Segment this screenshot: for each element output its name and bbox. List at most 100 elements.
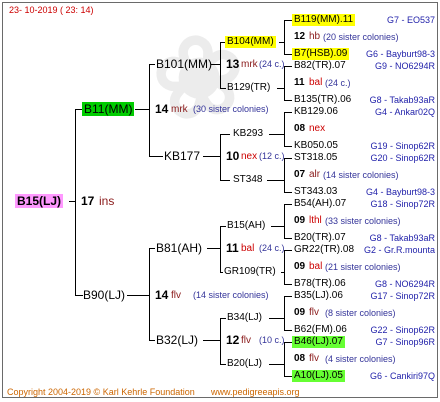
- connector: [284, 192, 292, 193]
- gen4-code: G17 - Sinop72R: [370, 291, 435, 301]
- gen2-mark: nex: [241, 151, 258, 162]
- gen2-queen-name[interactable]: KB177: [164, 149, 200, 163]
- gen2-year: 10: [226, 149, 240, 163]
- gen3-note: (20 sister colonies): [323, 32, 399, 42]
- gen1-queen-name[interactable]: B11(MM): [82, 102, 135, 116]
- connector: [149, 248, 150, 340]
- gen1-mark: flv: [171, 290, 181, 301]
- gen4-code: G8 - NO6294R: [374, 279, 435, 289]
- gen4-queen-name[interactable]: B135(TR).06: [294, 94, 351, 106]
- connector: [149, 156, 163, 157]
- connector: [220, 226, 226, 227]
- connector: [277, 88, 284, 89]
- gen3-mark: bal: [309, 261, 323, 272]
- connector: [284, 20, 292, 21]
- gen3-year: 08: [294, 123, 306, 134]
- connector: [267, 180, 284, 181]
- connector: [220, 272, 223, 273]
- gen3-note: (14 sister colonies): [323, 170, 399, 180]
- connector: [284, 238, 292, 239]
- gen4-queen-name[interactable]: B82(TR).07: [294, 60, 346, 72]
- gen4-queen-name[interactable]: B35(LJ).06: [294, 290, 343, 302]
- gen1-year: 14: [155, 102, 169, 116]
- connector: [284, 112, 285, 146]
- gen4-queen-name[interactable]: ST343.03: [294, 186, 337, 198]
- connector: [220, 180, 230, 181]
- website-link[interactable]: www.pedigreeapis.org: [211, 387, 300, 397]
- gen4-code: G8 - Takab93aR: [369, 233, 435, 243]
- gen4-code: G8 - Takab93aR: [369, 95, 435, 105]
- gen4-queen-name[interactable]: B78(TR).06: [294, 278, 346, 290]
- gen3-queen-name[interactable]: B15(AH): [227, 220, 265, 232]
- gen2-queen-name[interactable]: B81(AH): [156, 241, 202, 255]
- connector: [284, 20, 285, 54]
- gen4-queen-name[interactable]: B119(MM).11: [292, 14, 356, 26]
- gen4-code: G4 - Bayburt98-3: [365, 187, 435, 197]
- gen2-year: 11: [226, 241, 239, 255]
- gen2-queen-name[interactable]: B32(LJ): [156, 333, 198, 347]
- connector: [284, 296, 285, 330]
- connector: [284, 342, 292, 343]
- connector: [220, 134, 221, 180]
- gen4-queen-name[interactable]: KB129.06: [294, 106, 338, 118]
- gen3-queen-name[interactable]: ST348: [233, 174, 262, 186]
- gen4-queen-name[interactable]: B62(FM).06: [294, 324, 347, 336]
- connector: [284, 330, 292, 331]
- connector: [220, 318, 226, 319]
- gen3-mark: lthl: [309, 215, 322, 226]
- gen4-code: G4 - Ankar02Q: [374, 107, 435, 117]
- gen3-year: 11: [294, 77, 305, 88]
- gen3-queen-name[interactable]: B34(LJ): [227, 312, 262, 324]
- gen3-year: 08: [294, 353, 306, 364]
- connector: [211, 64, 220, 65]
- gen4-queen-name[interactable]: A10(LJ).05: [292, 370, 345, 382]
- gen3-queen-name[interactable]: GR109(TR): [224, 266, 276, 278]
- connector: [279, 42, 284, 43]
- gen4-queen-name[interactable]: B20(TR).07: [294, 232, 346, 244]
- connector: [284, 66, 292, 67]
- gen3-queen-name[interactable]: KB293: [233, 128, 263, 140]
- gen4-code: G18 - Sinop72R: [370, 199, 435, 209]
- gen4-code: G19 - Sinop62R: [370, 141, 435, 151]
- gen1-year: 14: [155, 288, 169, 302]
- connector: [284, 66, 285, 100]
- connector: [284, 296, 292, 297]
- root-queen-name[interactable]: B15(LJ): [15, 194, 64, 208]
- connector: [220, 134, 230, 135]
- copyright-text: Copyright 2004-2019 © Karl Kehrle Founda…: [7, 387, 195, 397]
- gen3-queen-name[interactable]: B129(TR): [227, 82, 270, 94]
- gen4-queen-name[interactable]: ST318.05: [294, 152, 337, 164]
- gen4-queen-name[interactable]: KB050.05: [294, 140, 338, 152]
- gen3-queen-name[interactable]: B104(MM): [225, 36, 276, 48]
- gen4-queen-name[interactable]: B7(HSB).09: [292, 48, 350, 60]
- gen4-queen-name[interactable]: B54(AH).07: [294, 198, 346, 210]
- connector: [284, 204, 292, 205]
- gen2-note: (10 c.): [259, 335, 285, 345]
- gen2-year: 13: [226, 57, 240, 71]
- connector: [75, 295, 83, 296]
- gen3-year: 09: [294, 261, 306, 272]
- connector: [284, 158, 285, 192]
- connector: [284, 376, 292, 377]
- connector: [207, 248, 220, 249]
- connector: [269, 318, 284, 319]
- connector: [203, 156, 220, 157]
- connector: [284, 146, 292, 147]
- connector: [220, 88, 226, 89]
- gen1-mark: mrk: [171, 104, 188, 115]
- gen4-queen-name[interactable]: GR22(TR).08: [294, 244, 354, 256]
- gen3-note: (8 sister colonies): [325, 308, 396, 318]
- gen2-note: (24 c.): [259, 59, 285, 69]
- connector: [149, 340, 155, 341]
- gen3-queen-name[interactable]: B20(LJ): [227, 358, 262, 370]
- gen4-code: G7 - EO537: [386, 15, 435, 25]
- gen4-code: G6 - Cankiri97Q: [369, 371, 435, 381]
- gen1-queen-name[interactable]: B90(LJ): [83, 288, 125, 302]
- gen3-year: 09: [294, 307, 306, 318]
- gen2-queen-name[interactable]: B101(MM): [156, 57, 212, 71]
- gen4-queen-name[interactable]: B46(LJ).07: [292, 336, 345, 348]
- gen4-code: G9 - NO6294R: [374, 61, 435, 71]
- gen3-year: 07: [294, 169, 306, 180]
- gen3-note: (33 sister colonies): [325, 216, 401, 226]
- gen2-mark: bal: [241, 243, 255, 254]
